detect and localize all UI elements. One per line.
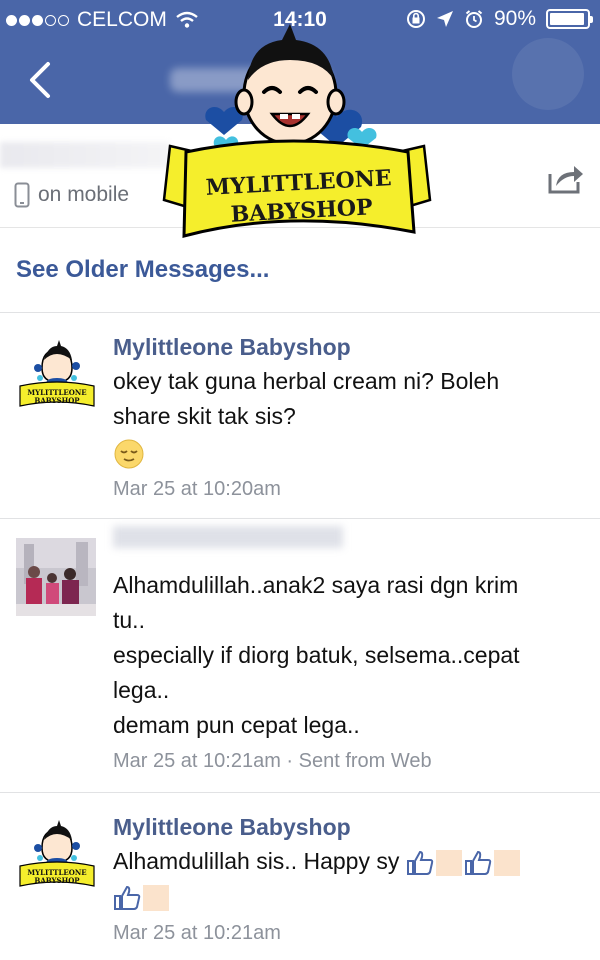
- family-photo-avatar: [16, 538, 96, 616]
- avatar[interactable]: MYLITTLEONE BABYSHOP: [16, 334, 98, 416]
- message-item: Alhamdulillah..anak2 saya rasi dgn krim …: [0, 518, 600, 792]
- location-arrow-icon: [436, 11, 453, 27]
- logo-graphic: MYLITTLEONE BABYSHOP: [162, 24, 432, 238]
- alarm-icon: [465, 10, 483, 28]
- share-button[interactable]: [546, 160, 586, 196]
- emoji-placeholder-tile: [493, 849, 520, 876]
- message-line: demam pun cepat lega..: [113, 712, 360, 738]
- message-line: okey tak guna herbal cream ni? Boleh: [113, 368, 500, 394]
- message-line: Alhamdulillah sis.. Happy sy: [113, 848, 400, 874]
- babyshop-logo-overlay: MYLITTLEONE BABYSHOP: [162, 22, 432, 252]
- emoji-placeholder-tile: [143, 884, 169, 911]
- back-button[interactable]: [22, 56, 62, 104]
- thumbs-up-icon: [464, 850, 491, 875]
- mobile-phone-icon: [14, 182, 30, 208]
- avatar-logo-line2: BABYSHOP: [34, 396, 80, 405]
- nav-decoration: [512, 38, 584, 110]
- message-text: Alhamdulillah..anak2 saya rasi dgn krim …: [113, 568, 593, 743]
- thumbs-up-icon: [406, 850, 433, 875]
- thumbs-up-icon: [114, 885, 141, 910]
- babyshop-avatar-icon: MYLITTLEONE BABYSHOP: [16, 334, 98, 416]
- message-sender[interactable]: Mylittleone Babyshop: [113, 334, 351, 361]
- status-right: 90%: [406, 7, 593, 31]
- share-icon: [548, 166, 583, 194]
- message-text: okey tak guna herbal cream ni? Boleh sha…: [113, 364, 593, 474]
- chevron-left-icon: [30, 62, 50, 98]
- message-line-with-emoji: Alhamdulillah sis.. Happy sy: [113, 844, 593, 879]
- see-older-messages-link[interactable]: See Older Messages...: [16, 256, 269, 284]
- battery-percent: 90%: [493, 7, 536, 30]
- sender-name-redacted: [113, 526, 343, 548]
- avatar-logo-line2: BABYSHOP: [34, 876, 80, 885]
- message-line: lega..: [113, 677, 170, 703]
- presence-row: on mobile: [14, 182, 129, 208]
- avatar[interactable]: [16, 538, 96, 616]
- message-sender[interactable]: Mylittleone Babyshop: [113, 814, 351, 841]
- message-timestamp: Mar 25 at 10:21am: [113, 922, 281, 944]
- message-item: MYLITTLEONE BABYSHOP Mylittleone Babysho…: [0, 312, 600, 518]
- presence-label: on mobile: [38, 183, 130, 206]
- avatar[interactable]: MYLITTLEONE BABYSHOP: [16, 814, 98, 896]
- message-item: MYLITTLEONE BABYSHOP Mylittleone Babysho…: [0, 792, 600, 960]
- message-timestamp: Mar 25 at 10:21am · Sent from Web: [113, 750, 432, 772]
- relieved-face-emoji-icon: [113, 434, 593, 474]
- emoji-line: [113, 879, 593, 914]
- message-line: Alhamdulillah..anak2 saya rasi dgn krim: [113, 572, 519, 598]
- message-line: tu..: [113, 607, 145, 633]
- message-text: Alhamdulillah sis.. Happy sy: [113, 844, 593, 914]
- message-line: share skit tak sis?: [113, 403, 296, 429]
- emoji-placeholder-tile: [435, 849, 462, 876]
- message-timestamp: Mar 25 at 10:20am: [113, 478, 281, 500]
- battery-icon: [546, 9, 593, 29]
- babyshop-avatar-icon: MYLITTLEONE BABYSHOP: [16, 814, 98, 896]
- message-line: especially if diorg batuk, selsema..cepa…: [113, 642, 520, 668]
- contact-name-redacted: [0, 142, 170, 168]
